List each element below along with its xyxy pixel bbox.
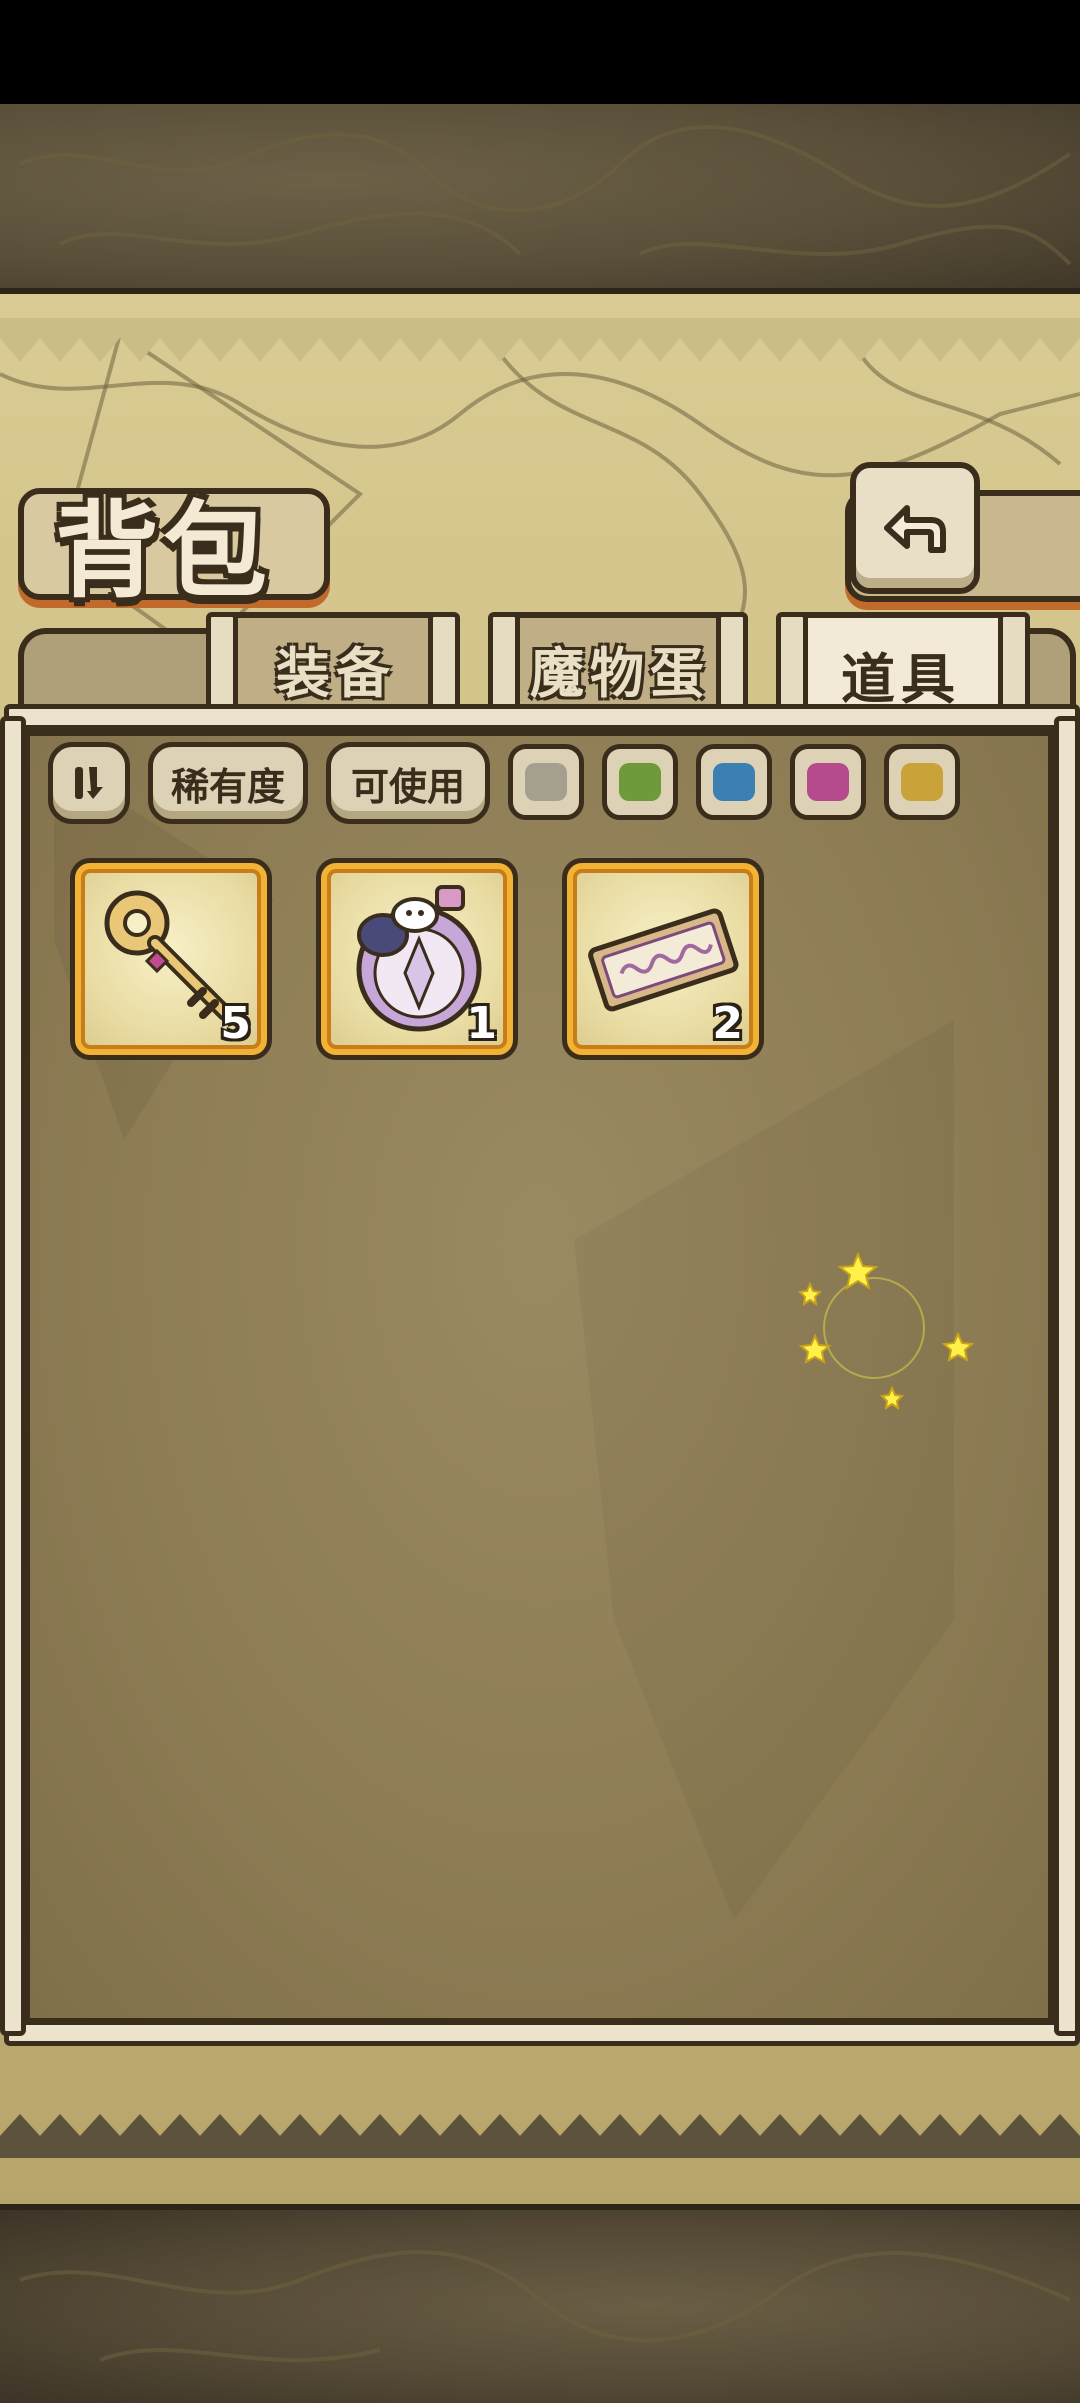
panel-rail-top [4,704,1080,730]
item-count: 1 [466,998,497,1049]
item-slot-potion[interactable]: 1 [316,858,518,1060]
item-count: 5 [220,998,251,1049]
zigzag-border-top [0,318,1080,362]
rarity-purple-filter[interactable] [790,744,866,820]
map-footer-band [0,2210,1080,2403]
back-button[interactable] [850,462,980,594]
usable-filter-button[interactable]: 可使用 [326,742,490,824]
zigzag-border-bottom [0,2114,1080,2158]
item-slot-key[interactable]: 5 [70,858,272,1060]
panel-rail-left [0,716,26,2036]
rarity-filter-button[interactable]: 稀有度 [148,742,308,824]
tab-monster-eggs[interactable]: 魔物蛋 [492,612,748,718]
return-arrow-icon [884,505,946,553]
panel-rail-bottom [4,2020,1080,2046]
rarity-gold-filter[interactable] [884,744,960,820]
item-slot-ticket[interactable]: 2 [562,858,764,1060]
page-title: 背包 [55,490,272,612]
item-count: 2 [712,998,743,1049]
sort-toggle-button[interactable] [48,742,130,824]
rarity-blue-filter[interactable] [696,744,772,820]
rarity-gray-filter[interactable] [508,744,584,820]
rarity-green-filter[interactable] [602,744,678,820]
map-header-band [0,104,1080,294]
sparkle-effect [797,1251,975,1411]
panel-rail-right [1054,716,1080,2036]
sort-toggle-icon [75,767,103,799]
tab-equipment[interactable]: 装备 [212,612,460,718]
